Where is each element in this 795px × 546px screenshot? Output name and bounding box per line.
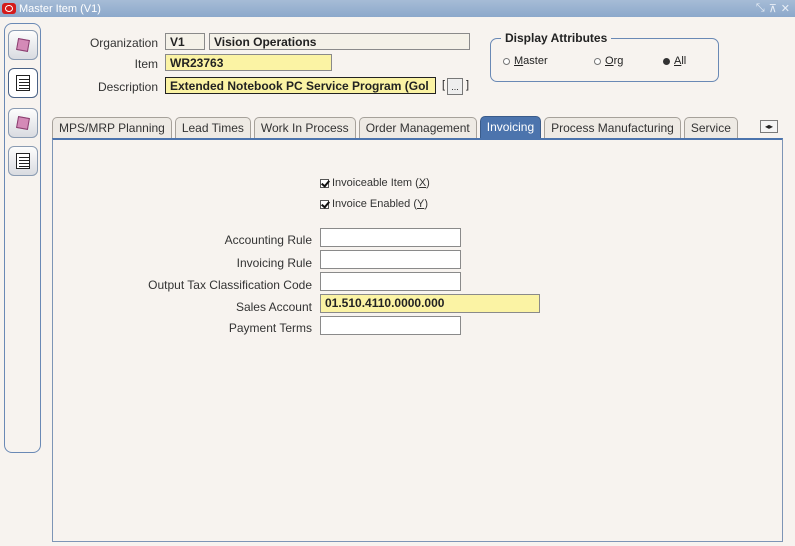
organization-name-field[interactable]: Vision Operations (209, 33, 470, 50)
sales-account-field[interactable]: 01.510.4110.0000.000 (320, 294, 540, 313)
radio-all[interactable]: All (663, 55, 686, 67)
radio-all-dot (663, 57, 670, 65)
radio-org-label: rg (613, 55, 624, 67)
invoice-enabled-label: Invoice Enabled ( (332, 198, 417, 210)
invoicing-rule-field[interactable] (320, 250, 461, 269)
close-icon[interactable]: ✕ (781, 2, 790, 15)
display-attributes-legend: Display Attributes (501, 31, 612, 45)
tab-service[interactable]: Service (683, 117, 738, 138)
invoiceable-item-key: X (418, 177, 427, 189)
radio-master[interactable]: Master (503, 55, 548, 67)
description-field[interactable]: Extended Notebook PC Service Program (Go… (165, 77, 436, 94)
tab-lead-times[interactable]: Lead Times (174, 117, 251, 138)
radio-all-key: A (674, 55, 682, 67)
maximize-icon[interactable]: ⊼ (769, 2, 777, 15)
invoice-enabled-checkbox[interactable]: Invoice Enabled (Y) (320, 198, 428, 210)
invoiceable-item-check-icon (320, 178, 329, 188)
output-tax-label: Output Tax Classification Code (148, 278, 312, 292)
radio-master-key: M (514, 55, 524, 67)
tab-order-management[interactable]: Order Management (358, 117, 477, 138)
invoiceable-item-label: Invoiceable Item ( (332, 177, 419, 189)
item-org-button[interactable] (8, 108, 38, 138)
cube-icon (16, 38, 30, 52)
radio-master-label: aster (523, 55, 548, 67)
radio-org-dot (594, 57, 601, 65)
radio-all-label: ll (681, 55, 687, 67)
invoice-enabled-key: Y (417, 198, 425, 210)
invoice-enabled-check-icon (320, 199, 329, 209)
restore-icon[interactable]: ⤡ (756, 2, 765, 15)
bracket-left: [ (442, 79, 446, 91)
bracket-right: ] (466, 79, 470, 91)
oracle-app-icon (2, 3, 16, 14)
title-bar: Master Item (V1) ⤡ ⊼ ✕ (0, 0, 795, 17)
output-tax-field[interactable] (320, 272, 461, 291)
tab-work-in-process[interactable]: Work In Process (253, 117, 356, 138)
display-attributes-group: Display Attributes Master Org All (490, 31, 719, 82)
radio-master-dot (503, 57, 510, 65)
categories-icon (16, 153, 30, 169)
invoiceable-item-checkbox[interactable]: Invoiceable Item (X) (320, 177, 430, 189)
accounting-rule-field[interactable] (320, 228, 461, 247)
tab-scroll-button[interactable]: ◂▸ (760, 120, 778, 133)
list-icon (16, 75, 30, 91)
item-field[interactable]: WR23763 (165, 54, 332, 71)
radio-org-key: O (605, 55, 614, 67)
description-label: Description (97, 80, 158, 94)
description-lov-button[interactable]: ... (447, 78, 463, 95)
left-toolbar (4, 23, 41, 453)
accounting-rule-label: Accounting Rule (224, 233, 312, 247)
tab-strip: MPS/MRP Planning Lead Times Work In Proc… (52, 116, 741, 138)
payment-terms-field[interactable] (320, 316, 461, 335)
payment-terms-label: Payment Terms (228, 321, 312, 335)
organization-label: Organization (89, 36, 158, 50)
radio-org[interactable]: Org (594, 55, 623, 67)
sales-account-label: Sales Account (235, 300, 312, 314)
tab-mps-mrp-planning[interactable]: MPS/MRP Planning (52, 117, 172, 138)
item-categories-button[interactable] (8, 146, 38, 176)
organization-code-field[interactable]: V1 (165, 33, 205, 50)
invoicing-rule-label: Invoicing Rule (236, 256, 312, 270)
org-cube-icon (16, 116, 30, 130)
item-label: Item (134, 57, 158, 71)
invoiceable-item-label-end: ) (426, 177, 430, 189)
tab-invoicing[interactable]: Invoicing (479, 116, 542, 138)
invoice-enabled-label-end: ) (424, 198, 429, 210)
tab-process-manufacturing[interactable]: Process Manufacturing (544, 117, 681, 138)
item-attributes-button[interactable] (8, 30, 38, 60)
window-title: Master Item (V1) (19, 2, 101, 15)
item-list-button[interactable] (8, 68, 38, 98)
